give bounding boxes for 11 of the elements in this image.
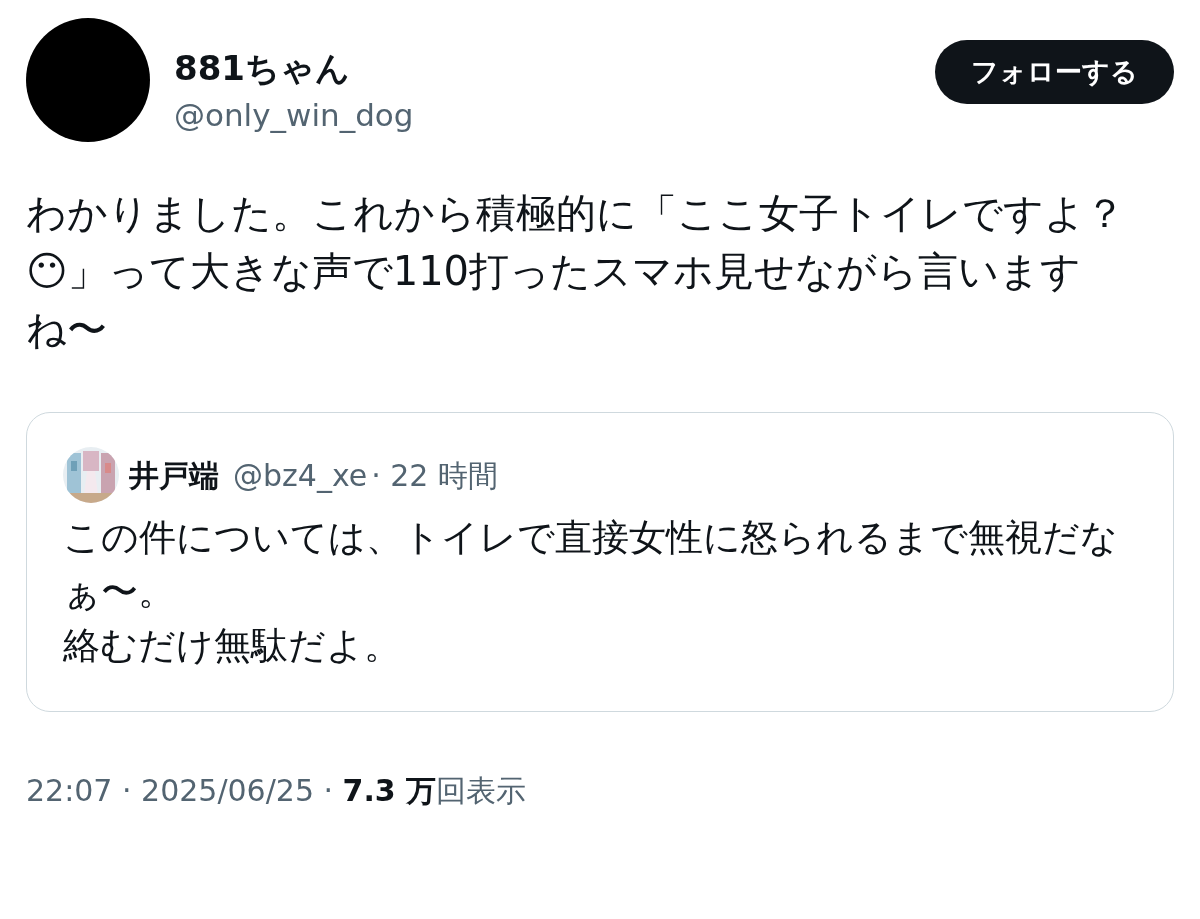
tweet-text: わかりました。これから積極的に「ここ女子トイレですよ？😶」って大きな声で110打ったスマホ見せながら言いますね〜 — [26, 189, 1126, 354]
follow-button[interactable]: フォローする — [935, 40, 1174, 104]
author-name[interactable]: 881ちゃん — [174, 46, 414, 90]
quoted-author-handle: @bz4_xe — [233, 456, 368, 495]
quoted-tweet[interactable]: 井戸端 @bz4_xe· 22 時間 この件については、トイレで直接女性に怒られるまで無視だなぁ〜。 絡むだけ無駄だよ。 — [26, 412, 1174, 712]
quoted-text: この件については、トイレで直接女性に怒られるまで無視だなぁ〜。 — [63, 515, 1119, 615]
quoted-text: 絡むだけ無駄だよ。 — [63, 623, 402, 669]
author-handle[interactable]: @only_win_dog — [174, 90, 414, 140]
quoted-time: · 22 時間 — [371, 456, 498, 495]
quoted-author-name: 井戸端 — [129, 456, 219, 495]
tweet-meta: 22:07 · 2025/06/25 · 7.3 万回表示 — [26, 772, 528, 810]
